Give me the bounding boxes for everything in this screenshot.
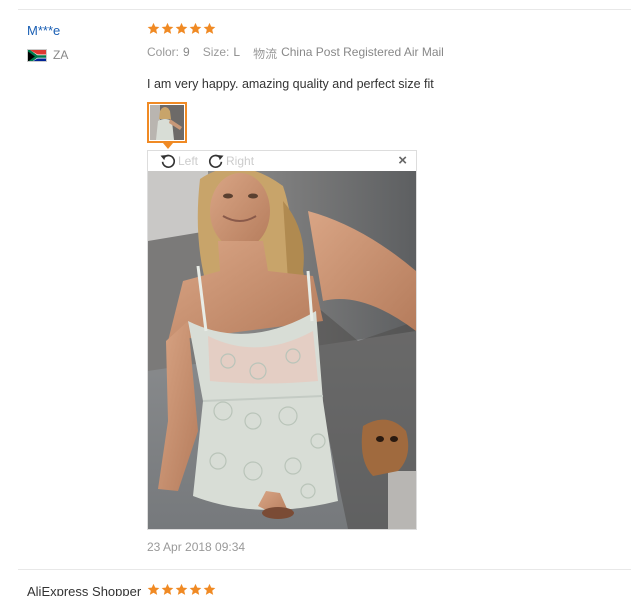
country-code: ZA [53,48,69,62]
rotate-right-icon [208,154,224,168]
rotate-left-icon [160,154,176,168]
star-rating [147,583,216,596]
star-icon [147,22,160,34]
reviewer-name[interactable]: AliExpress Shopper [27,584,141,596]
reviewer-name[interactable]: M***e [27,23,60,38]
thumbnail-image [150,105,184,140]
star-icon [203,22,216,34]
south-africa-flag-icon [27,48,47,62]
photo-viewer-toolbar: Left Right × [148,151,416,171]
shipping-label: 物流 [253,47,278,61]
rotate-right-button[interactable]: Right [206,151,254,171]
color-label: Color: [147,45,180,59]
rotate-left-button[interactable]: Left [158,151,198,171]
star-icon [189,583,202,595]
star-icon [161,22,174,34]
star-rating [147,22,216,35]
thumbnail-active-caret [163,143,173,149]
review-photo [148,171,416,529]
review-photo-image [148,171,416,529]
star-icon [175,583,188,595]
star-icon [147,583,160,595]
review-date: 23 Apr 2018 09:34 [147,540,246,554]
review-photo-thumbnail[interactable] [147,102,187,143]
reviewer-country: ZA [27,48,68,62]
star-icon [161,583,174,595]
star-icon [203,583,216,595]
review-text: I am very happy. amazing quality and per… [147,77,434,91]
size-value: L [233,45,241,59]
divider-top [18,9,631,10]
divider-between-reviews [18,569,631,570]
color-value: 9 [183,45,190,59]
photo-viewer: Left Right × [147,150,417,530]
size-label: Size: [202,45,230,59]
close-icon[interactable]: × [398,153,407,168]
star-icon [189,22,202,34]
rotate-left-label: Left [178,154,199,168]
order-attributes: Color: 9 Size: L 物流 China Post Registere… [147,45,453,62]
rotate-right-label: Right [226,154,255,168]
star-icon [175,22,188,34]
shipping-value: China Post Registered Air Mail [281,45,444,59]
